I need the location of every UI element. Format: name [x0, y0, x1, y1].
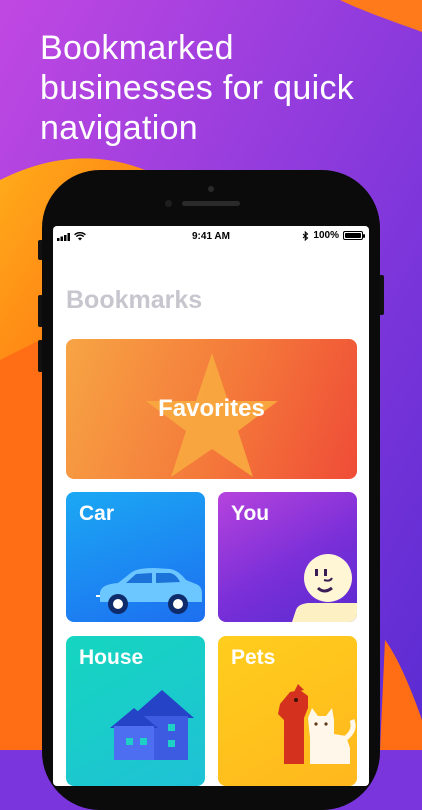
car-label: Car — [79, 502, 115, 525]
page-title: Bookmarks — [66, 286, 203, 314]
earpiece-speaker — [182, 201, 240, 206]
battery-percent: 100% — [313, 230, 339, 241]
status-right: 100% — [302, 230, 365, 241]
cat-icon — [308, 708, 356, 764]
car-card[interactable]: Car — [66, 492, 205, 622]
proximity-sensor — [165, 200, 172, 207]
favorites-label: Favorites — [158, 395, 265, 422]
pets-label: Pets — [231, 646, 276, 669]
you-card[interactable]: You — [218, 492, 357, 622]
face-icon — [292, 554, 357, 622]
battery-icon — [343, 231, 365, 240]
car-icon — [96, 568, 202, 614]
favorites-card[interactable]: Favorites — [66, 339, 357, 479]
front-camera — [208, 186, 214, 192]
you-label: You — [231, 502, 270, 525]
bluetooth-icon — [303, 230, 309, 241]
pets-card[interactable]: Pets — [218, 636, 357, 786]
house-label: House — [79, 646, 144, 669]
house-icon — [110, 690, 194, 760]
phone-screen: 9:41 AM 100% Bookmarks Favorites Car You… — [53, 226, 369, 786]
phone-frame: 9:41 AM 100% Bookmarks Favorites Car You… — [42, 170, 380, 810]
headline: Bookmarked businesses for quick navigati… — [40, 29, 355, 147]
house-card[interactable]: House — [66, 636, 205, 786]
status-bar: 9:41 AM 100% — [53, 226, 369, 248]
